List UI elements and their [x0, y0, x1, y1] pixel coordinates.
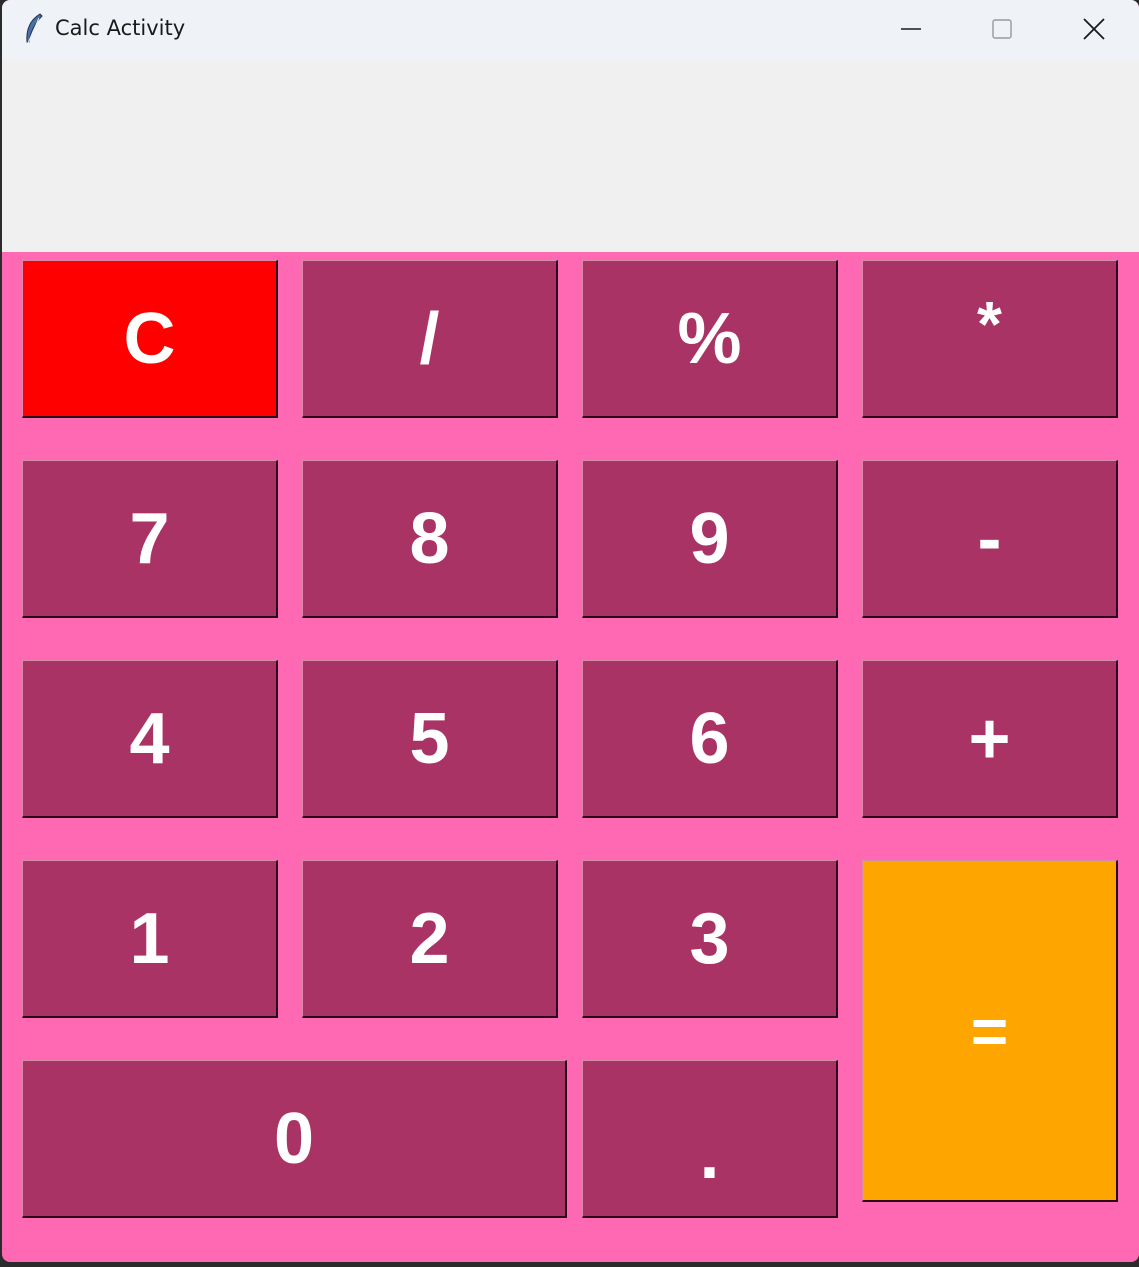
- decimal-button[interactable]: .: [582, 1060, 838, 1218]
- one-button[interactable]: 1: [22, 860, 278, 1018]
- minus-button[interactable]: -: [862, 460, 1118, 618]
- four-button[interactable]: 4: [22, 660, 278, 818]
- clear-button[interactable]: C: [22, 260, 278, 418]
- five-button[interactable]: 5: [302, 660, 558, 818]
- title-bar: Calc Activity: [2, 0, 1139, 60]
- minimize-icon: [901, 28, 921, 30]
- nine-button[interactable]: 9: [582, 460, 838, 618]
- seven-button[interactable]: 7: [22, 460, 278, 618]
- multiply-button[interactable]: *: [862, 260, 1118, 418]
- three-button[interactable]: 3: [582, 860, 838, 1018]
- feather-icon: [26, 13, 43, 44]
- percent-button[interactable]: %: [582, 260, 838, 418]
- six-button[interactable]: 6: [582, 660, 838, 818]
- maximize-button[interactable]: [957, 0, 1047, 58]
- plus-button[interactable]: +: [862, 660, 1118, 818]
- calculator-window: Calc Activity C / % * 7 8 9 - 4 5 6 + 1: [2, 0, 1139, 1262]
- two-button[interactable]: 2: [302, 860, 558, 1018]
- eight-button[interactable]: 8: [302, 460, 558, 618]
- maximize-icon: [992, 19, 1012, 39]
- divide-button[interactable]: /: [302, 260, 558, 418]
- zero-button[interactable]: 0: [22, 1060, 567, 1218]
- window-title: Calc Activity: [55, 16, 186, 40]
- calculator-display: [2, 60, 1139, 252]
- close-button[interactable]: [1049, 0, 1139, 58]
- equals-button[interactable]: =: [862, 860, 1118, 1202]
- minimize-button[interactable]: [866, 0, 956, 58]
- close-icon: [1083, 18, 1105, 40]
